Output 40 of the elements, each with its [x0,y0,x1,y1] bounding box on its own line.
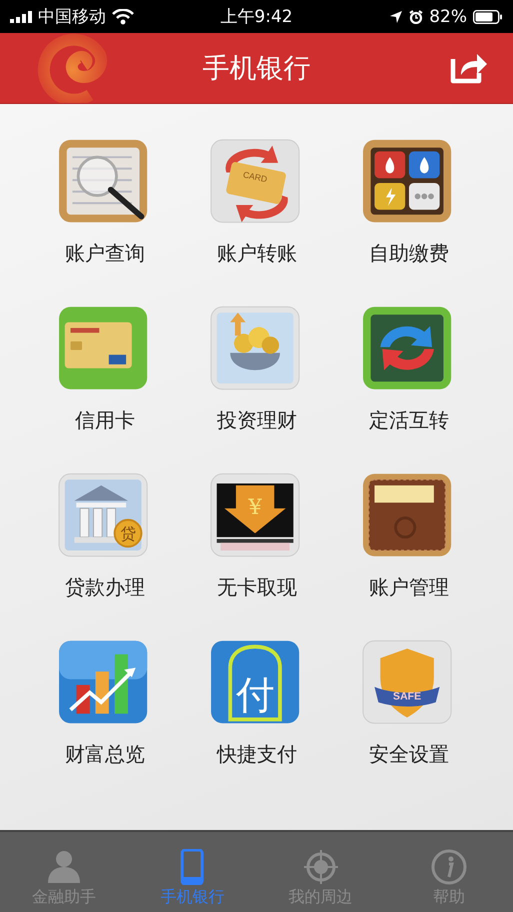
alarm-clock-icon [409,10,424,24]
pay-icon[interactable] [211,640,300,724]
pay-text: 付 [236,672,274,718]
location-arrow-icon [389,10,404,24]
tile-label: 无卡取现 [217,574,297,601]
signal-icon [10,10,32,22]
coin-purse-icon[interactable] [210,306,300,390]
card-text: CARD [242,169,268,184]
refresh-icon[interactable] [363,306,452,390]
battery-icon [473,10,503,24]
tile-label: 财富总览 [65,741,145,768]
info-icon [428,849,469,885]
credit-card-icon[interactable] [59,306,148,390]
tile-label: 快捷支付 [217,741,297,768]
bar-chart-icon[interactable] [59,640,148,724]
tile-label: 贷款办理 [65,574,145,601]
safe-text: SAFE [393,690,422,702]
tile-label: 安全设置 [369,741,449,768]
yen-text: ¥ [248,494,262,520]
tile-label: 账户查询 [65,240,145,267]
wifi-icon [112,8,134,24]
header-title: 手机银行 [202,52,310,86]
tile-label: 账户管理 [369,574,449,601]
tab-item[interactable]: 手机银行 [128,832,256,912]
card-transfer-icon[interactable] [210,139,300,223]
shield-icon[interactable] [362,640,452,724]
tile-label: 自助缴费 [369,240,449,267]
cash-out-icon[interactable] [210,473,300,557]
wallet-icon[interactable] [363,474,452,556]
utilities-icon[interactable] [363,140,452,222]
loan-text: 贷 [120,525,136,544]
bank-icon[interactable] [58,473,148,557]
tile-label: 账户转账 [217,240,297,267]
tile-label: 定活互转 [369,407,449,434]
carrier-name: 中国移动 [38,6,106,28]
battery-percent: 82% [429,6,467,26]
status-time: 上午9:42 [220,6,293,28]
tile-label: 投资理财 [217,407,297,434]
tile-label: 信用卡 [75,407,135,434]
magnifier-icon[interactable] [59,140,148,222]
